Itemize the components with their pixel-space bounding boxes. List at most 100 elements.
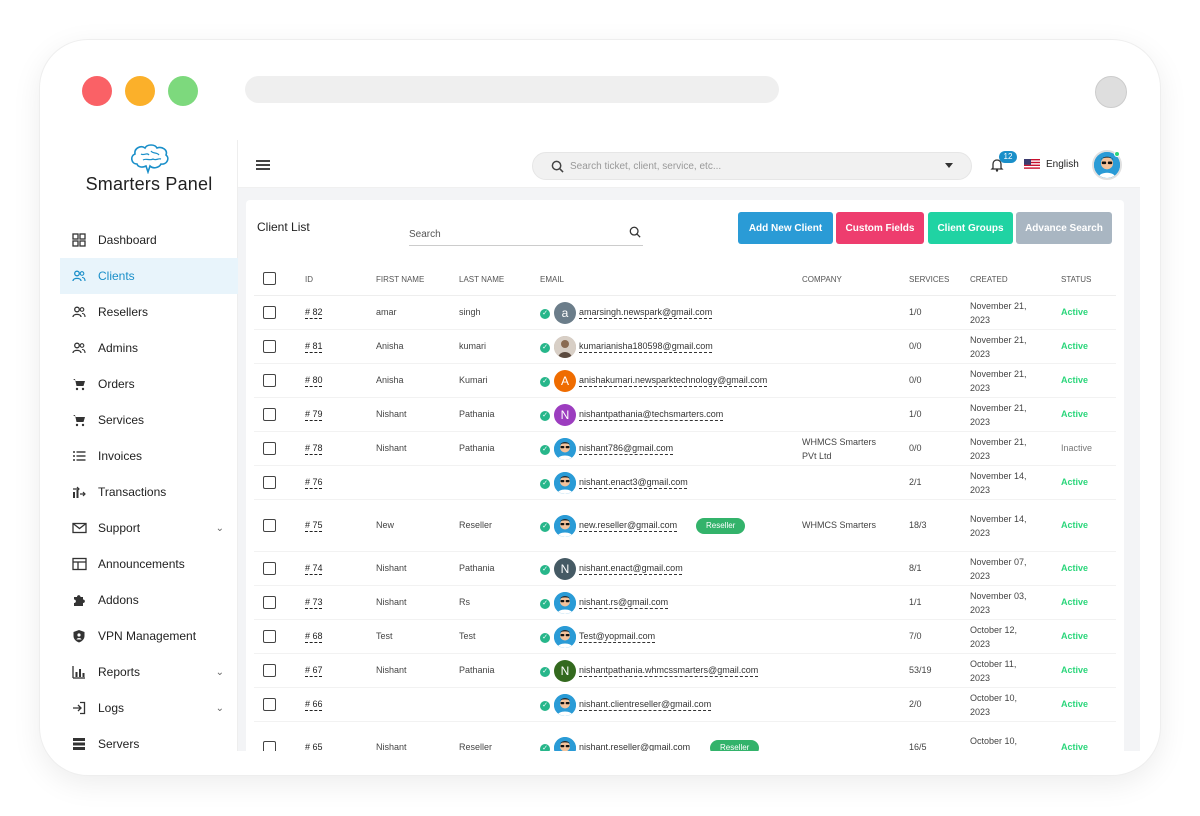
client-id-link[interactable]: # 79	[305, 409, 323, 419]
table-row[interactable]: # 81 Anisha kumari ✓ kumarianisha180598@gmai…	[254, 330, 1116, 364]
client-groups-button[interactable]: Client Groups	[928, 212, 1013, 244]
client-id-link[interactable]: # 67	[305, 665, 323, 675]
client-search-input[interactable]: Search	[409, 222, 643, 246]
login-icon	[70, 699, 88, 717]
table-row[interactable]: # 80 Anisha Kumari ✓ Aanishakumari.newsparkt…	[254, 364, 1116, 398]
global-search-input[interactable]: Search ticket, client, service, etc...	[532, 152, 972, 180]
table-row[interactable]: # 82 amar singh ✓ a amarsingh.newspark@gmail.…	[254, 296, 1116, 330]
row-checkbox[interactable]	[263, 630, 276, 643]
us-flag-icon	[1024, 159, 1040, 170]
col-services[interactable]: Services	[909, 275, 949, 284]
sidebar-item-announcements[interactable]: Announcements	[60, 546, 238, 582]
browser-profile-icon[interactable]	[1095, 76, 1127, 108]
table-row[interactable]: # 73 Nishant Rs ✓ nishant.rs@gmail.com 1/1 Nov…	[254, 586, 1116, 620]
address-bar[interactable]	[245, 76, 779, 103]
sidebar-item-support[interactable]: Support ⌄	[60, 510, 238, 546]
add-new-client-button[interactable]: Add New Client	[738, 212, 833, 244]
table-row[interactable]: # 76 ✓ nishant.enact3@gmail.com 2/1 November…	[254, 466, 1116, 500]
table-row[interactable]: # 68 Test Test ✓ Test@yopmail.com 7/0 October …	[254, 620, 1116, 654]
client-id-link[interactable]: # 75	[305, 520, 323, 530]
client-email-link[interactable]: kumarianisha180598@gmail.com	[579, 341, 713, 351]
sidebar-item-services[interactable]: Services	[60, 402, 238, 438]
chevron-down-icon[interactable]: ⌄	[216, 667, 224, 678]
row-checkbox[interactable]	[263, 519, 276, 532]
sidebar-item-logs[interactable]: Logs ⌄	[60, 690, 238, 726]
table-row[interactable]: # 79 Nishant Pathania ✓ Nnishantpathania@tec…	[254, 398, 1116, 432]
minimize-window-button[interactable]	[125, 76, 155, 106]
sidebar-item-dashboard[interactable]: Dashboard	[60, 222, 238, 258]
language-selector[interactable]: English	[1046, 159, 1079, 170]
client-email-link[interactable]: nishant786@gmail.com	[579, 443, 673, 453]
client-email-link[interactable]: nishant.clientreseller@gmail.com	[579, 699, 711, 709]
client-id-link[interactable]: # 66	[305, 699, 323, 709]
row-checkbox[interactable]	[263, 340, 276, 353]
col-email[interactable]: Email	[540, 275, 564, 284]
row-checkbox[interactable]	[263, 374, 276, 387]
client-id-link[interactable]: # 78	[305, 443, 323, 453]
row-checkbox[interactable]	[263, 562, 276, 575]
advance-search-button[interactable]: Advance Search	[1016, 212, 1112, 244]
mail-icon	[70, 519, 88, 537]
client-email-link[interactable]: Test@yopmail.com	[579, 631, 655, 641]
client-id-link[interactable]: # 68	[305, 631, 323, 641]
client-id-link[interactable]: # 80	[305, 375, 323, 385]
select-all-checkbox[interactable]	[263, 272, 276, 285]
sidebar-item-invoices[interactable]: Invoices	[60, 438, 238, 474]
sidebar-item-transactions[interactable]: Transactions	[60, 474, 238, 510]
chevron-down-icon[interactable]: ⌄	[216, 523, 224, 534]
row-checkbox[interactable]	[263, 596, 276, 609]
client-email-link[interactable]: anishakumari.newsparktechnology@gmail.co…	[579, 375, 767, 385]
col-created[interactable]: Created	[970, 275, 1008, 284]
row-checkbox[interactable]	[263, 442, 276, 455]
table-row[interactable]: # 78 Nishant Pathania ✓ nishant786@gmail.com…	[254, 432, 1116, 466]
sidebar-item-resellers[interactable]: Resellers	[60, 294, 238, 330]
client-email-link[interactable]: amarsingh.newspark@gmail.com	[579, 307, 712, 317]
client-id-link[interactable]: # 65	[305, 742, 323, 751]
sidebar-item-servers[interactable]: Servers	[60, 726, 238, 751]
client-email-link[interactable]: nishantpathania.whmcssmarters@gmail.com	[579, 665, 758, 675]
sidebar-item-admins[interactable]: Admins	[60, 330, 238, 366]
table-row[interactable]: # 65 Nishant Reseller ✓ nishant.reseller@gma…	[254, 722, 1116, 751]
search-icon[interactable]	[629, 226, 641, 238]
client-id-link[interactable]: # 74	[305, 563, 323, 573]
sidebar-item-addons[interactable]: Addons	[60, 582, 238, 618]
sidebar-item-clients[interactable]: Clients	[60, 258, 238, 294]
col-id[interactable]: ID	[305, 275, 313, 284]
client-id-link[interactable]: # 82	[305, 307, 323, 317]
client-email-link[interactable]: new.reseller@gmail.com	[579, 520, 677, 530]
maximize-window-button[interactable]	[168, 76, 198, 106]
table-row[interactable]: # 75 New Reseller ✓ new.reseller@gmail.com Re…	[254, 500, 1116, 552]
chevron-down-icon[interactable]	[945, 163, 953, 168]
brand-logo[interactable]: Smarters Panel	[60, 140, 238, 206]
custom-fields-button[interactable]: Custom Fields	[836, 212, 924, 244]
table-row[interactable]: # 66 ✓ nishant.clientreseller@gmail.com 2/0…	[254, 688, 1116, 722]
client-email-link[interactable]: nishant.reseller@gmail.com	[579, 742, 690, 751]
client-id-link[interactable]: # 76	[305, 477, 323, 487]
col-first-name[interactable]: First Name	[376, 275, 424, 284]
client-email-link[interactable]: nishant.rs@gmail.com	[579, 597, 668, 607]
sidebar-item-orders[interactable]: Orders	[60, 366, 238, 402]
client-id-link[interactable]: # 81	[305, 341, 323, 351]
services-count: 2/1	[909, 477, 922, 487]
client-email-link[interactable]: nishantpathania@techsmarters.com	[579, 409, 723, 419]
client-email-link[interactable]: nishant.enact@gmail.com	[579, 563, 683, 573]
client-id-link[interactable]: # 73	[305, 597, 323, 607]
col-status[interactable]: Status	[1061, 275, 1091, 284]
sidebar-item-label: Dashboard	[98, 233, 157, 247]
sidebar-item-reports[interactable]: Reports ⌄	[60, 654, 238, 690]
col-company[interactable]: Company	[802, 275, 842, 284]
table-row[interactable]: # 74 Nishant Pathania ✓ Nnishant.enact@gmail…	[254, 552, 1116, 586]
chevron-down-icon[interactable]: ⌄	[216, 703, 224, 714]
row-checkbox[interactable]	[263, 476, 276, 489]
row-checkbox[interactable]	[263, 741, 276, 751]
row-checkbox[interactable]	[263, 664, 276, 677]
row-checkbox[interactable]	[263, 408, 276, 421]
sidebar-item-vpn-management[interactable]: VPN Management	[60, 618, 238, 654]
menu-toggle-icon[interactable]	[256, 160, 270, 170]
client-email-link[interactable]: nishant.enact3@gmail.com	[579, 477, 688, 487]
table-row[interactable]: # 67 Nishant Pathania ✓ Nnishantpathania.whm…	[254, 654, 1116, 688]
row-checkbox[interactable]	[263, 698, 276, 711]
row-checkbox[interactable]	[263, 306, 276, 319]
close-window-button[interactable]	[82, 76, 112, 106]
col-last-name[interactable]: Last Name	[459, 275, 504, 284]
